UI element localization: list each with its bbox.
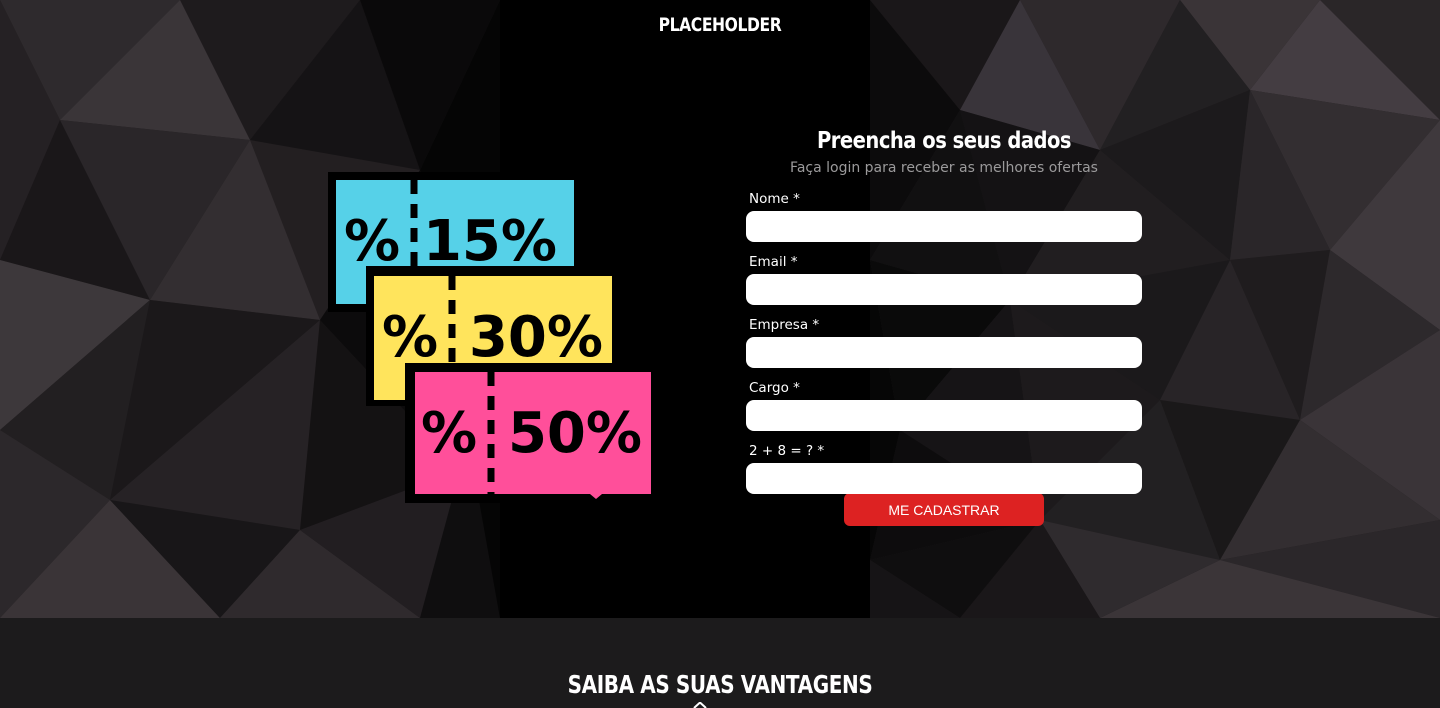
discount-coupons-illustration: % 15% % 30% % 50% <box>328 172 658 503</box>
coupon-30-symbol: % <box>382 305 438 370</box>
cargo-input[interactable] <box>746 400 1142 431</box>
field-cargo: Cargo * <box>746 380 1142 443</box>
advantages-title: SAIBA AS SUAS VANTAGENS <box>567 670 873 699</box>
email-label: Email * <box>749 254 798 270</box>
hero-section: PLACEHOLDER % 15% % 30% % 50% Preencha o… <box>0 0 1440 618</box>
email-input[interactable] <box>746 274 1142 305</box>
coupon-15-value: 15% <box>423 209 557 274</box>
field-nome: Nome * <box>746 191 1142 254</box>
form-fields: Nome * Email * Empresa * Cargo * 2 + 8 =… <box>746 191 1142 506</box>
coupon-50: % 50% <box>405 363 658 503</box>
advantages-section: SAIBA AS SUAS VANTAGENS <box>0 618 1440 708</box>
form-subtitle: Faça login para receber as melhores ofer… <box>790 160 1098 176</box>
coupon-50-symbol: % <box>421 401 477 466</box>
captcha-label: 2 + 8 = ? * <box>749 443 825 459</box>
nome-input[interactable] <box>746 211 1142 242</box>
empresa-input[interactable] <box>746 337 1142 368</box>
site-brand: PLACEHOLDER <box>658 14 782 36</box>
nome-label: Nome * <box>749 191 800 207</box>
captcha-input[interactable] <box>746 463 1142 494</box>
field-email: Email * <box>746 254 1142 317</box>
chevron-up-icon <box>693 702 707 708</box>
cargo-label: Cargo * <box>749 380 800 396</box>
empresa-label: Empresa * <box>749 317 820 333</box>
polygon-background <box>0 0 1440 618</box>
coupon-50-value: 50% <box>508 401 642 466</box>
field-captcha: 2 + 8 = ? * <box>746 443 1142 506</box>
coupon-15-symbol: % <box>344 209 400 274</box>
field-empresa: Empresa * <box>746 317 1142 380</box>
signup-form: Preencha os seus dados Faça login para r… <box>746 128 1142 526</box>
coupon-30-value: 30% <box>469 305 603 370</box>
form-title: Preencha os seus dados <box>816 128 1072 154</box>
